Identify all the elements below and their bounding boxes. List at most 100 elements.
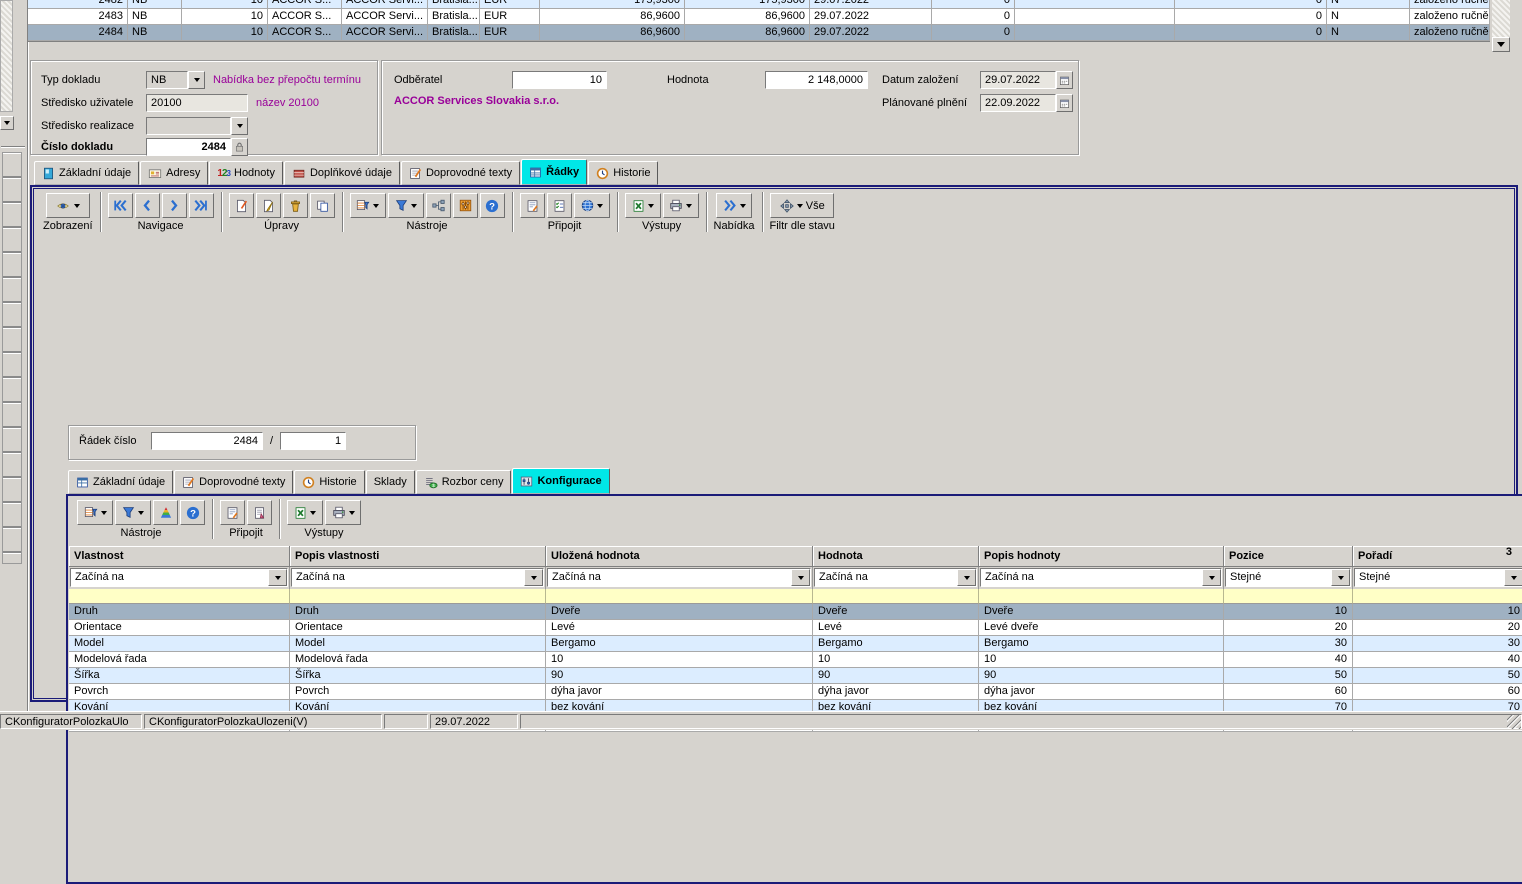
line-count-field[interactable]: 1: [280, 432, 346, 450]
quickfilter-input[interactable]: [546, 589, 813, 604]
quickfilter-input[interactable]: [69, 589, 290, 604]
quickfilter-input[interactable]: [813, 589, 979, 604]
toolbar-group-vystupy: Výstupy: [617, 192, 706, 232]
chevron-down-icon: [4, 121, 10, 125]
subtab-rozbor-ceny[interactable]: $ Rozbor ceny: [416, 470, 512, 494]
config-attach-note-button[interactable]: [220, 500, 245, 525]
quickfilter-input[interactable]: [1353, 589, 1522, 604]
help-icon: ?: [186, 506, 200, 520]
funnel-icon: [122, 506, 135, 519]
table-row[interactable]: Povrch Povrch dýha javor dýha javor dýha…: [69, 684, 1522, 700]
tab-historie[interactable]: Historie: [588, 161, 658, 185]
table-row[interactable]: 2482 NB 10 ACCOR S... ACCOR Servi... Bra…: [28, 0, 1490, 9]
tab-doprovodne-texty[interactable]: Doprovodné texty: [401, 161, 520, 185]
filter-combo-poradi[interactable]: Stejné: [1354, 568, 1522, 587]
new-record-button[interactable]: [229, 193, 254, 218]
user-center-field[interactable]: 20100: [146, 94, 248, 112]
subtab-doprovodne-texty[interactable]: Doprovodné texty: [174, 470, 293, 494]
filter-combo-hodnota[interactable]: Začíná na: [814, 568, 977, 587]
lock-button[interactable]: [231, 138, 248, 156]
relations-button[interactable]: [426, 193, 451, 218]
table-row[interactable]: Orientace Orientace Levé Levé Levé dveře…: [69, 620, 1522, 636]
funnel-icon: [395, 199, 408, 212]
help-button[interactable]: ?: [480, 193, 505, 218]
real-center-dropdown-button[interactable]: [231, 117, 248, 135]
copy-record-button[interactable]: [310, 193, 335, 218]
filter-combo-pozice[interactable]: Stejné: [1225, 568, 1351, 587]
config-view-settings-button[interactable]: [77, 500, 113, 525]
column-header-pozice[interactable]: Pozice: [1224, 546, 1353, 567]
table-row[interactable]: Modelová řada Modelová řada 10 10 10 40 …: [69, 652, 1522, 668]
column-header-hodnota[interactable]: Hodnota: [813, 546, 979, 567]
move-cross-icon: [780, 199, 794, 213]
column-header-popis-hodnoty[interactable]: Popis hodnoty: [979, 546, 1224, 567]
amount-field[interactable]: 2 148,0000: [765, 71, 868, 89]
settings-button[interactable]: [453, 193, 478, 218]
filter-button[interactable]: [388, 193, 424, 218]
subtab-sklady[interactable]: Sklady: [366, 470, 415, 494]
attach-list-button[interactable]: [547, 193, 572, 218]
delete-record-button[interactable]: [283, 193, 308, 218]
table-row[interactable]: 2484 NB 10 ACCOR S... ACCOR Servi... Bra…: [28, 25, 1490, 41]
quickfilter-input[interactable]: [979, 589, 1224, 604]
column-header-ulozena-hodnota[interactable]: Uložená hodnota: [546, 546, 813, 567]
config-print-button[interactable]: [325, 500, 361, 525]
view-settings-button[interactable]: [350, 193, 386, 218]
column-header-popis-vlastnosti[interactable]: Popis vlastnosti: [290, 546, 546, 567]
config-pyramid-button[interactable]: [153, 500, 178, 525]
tab-adresy[interactable]: Adresy: [140, 161, 208, 185]
excel-export-button[interactable]: [625, 193, 661, 218]
edit-record-button[interactable]: [256, 193, 281, 218]
attach-web-button[interactable]: [574, 193, 610, 218]
quickfilter-input[interactable]: [290, 589, 546, 604]
table-row[interactable]: 2483 NB 10 ACCOR S... ACCOR Servi... Bra…: [28, 9, 1490, 25]
column-header-vlastnost[interactable]: Vlastnost: [69, 546, 290, 567]
doc-type-combo[interactable]: NB: [146, 71, 188, 89]
customer-field[interactable]: 10: [512, 71, 607, 89]
nav-next-button[interactable]: [162, 193, 187, 218]
print-button[interactable]: [663, 193, 699, 218]
table-row[interactable]: Model Model Bergamo Bergamo Bergamo 30 3…: [69, 636, 1522, 652]
planned-calendar-button[interactable]: [1056, 94, 1073, 112]
doc-type-dropdown-button[interactable]: [188, 71, 205, 89]
subtab-konfigurace[interactable]: Konfigurace: [512, 468, 609, 494]
config-help-button[interactable]: ?: [180, 500, 205, 525]
filter-combo-ulozena-hodnota[interactable]: Začíná na: [547, 568, 811, 587]
top-table-scrollbar[interactable]: [1492, 0, 1510, 52]
table-row[interactable]: Šířka Šířka 90 90 90 50 50: [69, 668, 1522, 684]
created-field[interactable]: 29.07.2022: [980, 71, 1056, 89]
menu-button[interactable]: [716, 193, 752, 218]
tab-doplnkove-udaje[interactable]: Doplňkové údaje: [284, 161, 400, 185]
planned-field[interactable]: 22.09.2022: [980, 94, 1056, 112]
tab-hodnoty[interactable]: 123 Hodnoty: [209, 161, 283, 185]
scroll-down-button[interactable]: [1492, 37, 1510, 52]
attach-note-button[interactable]: [520, 193, 545, 218]
view-button[interactable]: [46, 193, 90, 218]
filter-combo-popis-hodnoty[interactable]: Začíná na: [980, 568, 1222, 587]
resize-grip[interactable]: [1507, 715, 1521, 729]
dock-dropdown-button[interactable]: [0, 116, 14, 130]
doc-number-field[interactable]: 2484: [146, 138, 231, 156]
konfigurace-panel: ? Nástroje Připojit Výstupy: [66, 494, 1522, 884]
column-header-poradi[interactable]: Pořadí 3: [1353, 546, 1522, 567]
dock-segments[interactable]: [2, 152, 22, 564]
config-attach-flag-button[interactable]: [247, 500, 272, 525]
quickfilter-input[interactable]: [1224, 589, 1353, 604]
config-excel-button[interactable]: [287, 500, 323, 525]
created-calendar-button[interactable]: [1056, 71, 1073, 89]
config-filter-button[interactable]: [115, 500, 151, 525]
status-filter-button[interactable]: Vše: [770, 193, 834, 218]
filter-combo-popis-vlastnosti[interactable]: Začíná na: [291, 568, 544, 587]
nav-first-button[interactable]: [108, 193, 133, 218]
subtab-historie[interactable]: Historie: [294, 470, 364, 494]
tab-zakladni-udaje[interactable]: Základní údaje: [34, 161, 139, 185]
tab-radky[interactable]: Řádky: [521, 159, 587, 185]
filter-combo-vlastnost[interactable]: Začíná na: [70, 568, 288, 587]
subtab-zakladni-udaje[interactable]: Základní údaje: [68, 470, 173, 494]
nav-prev-button[interactable]: [135, 193, 160, 218]
real-center-field[interactable]: [146, 117, 231, 135]
nav-last-button[interactable]: [189, 193, 214, 218]
table-row[interactable]: Druh Druh Dveře Dveře Dveře 10 10: [69, 604, 1522, 620]
note-edit-icon: [526, 199, 539, 213]
line-number-field[interactable]: 2484: [151, 432, 263, 450]
